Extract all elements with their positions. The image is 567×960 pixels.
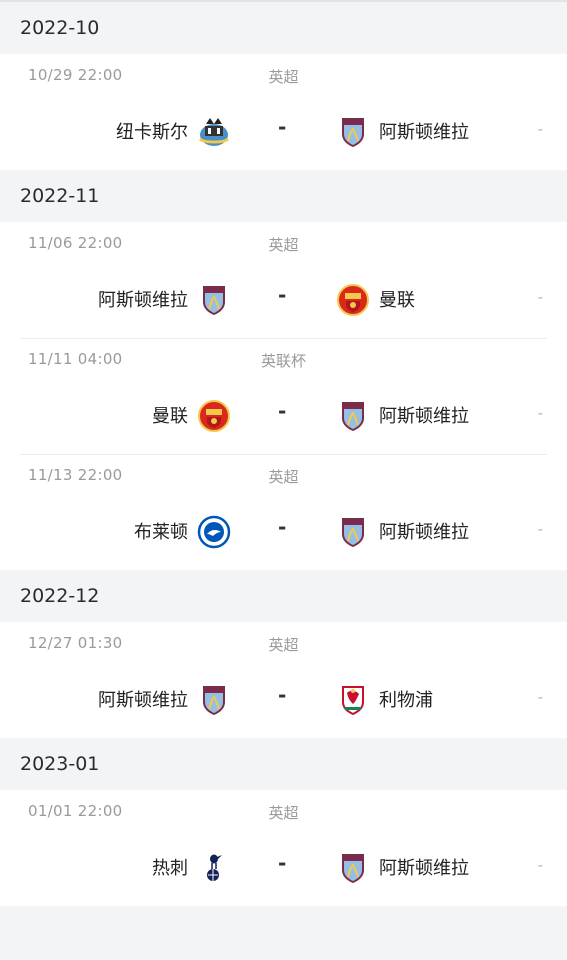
match-separator: -	[278, 283, 287, 307]
competition-label: 英超	[268, 636, 299, 654]
home-team-name: 纽卡斯尔	[116, 122, 188, 143]
score-placeholder: -	[537, 288, 543, 306]
man-utd-crest-icon	[336, 283, 370, 317]
away-team-name: 阿斯顿维拉	[379, 858, 469, 879]
month-header: 2022-11	[0, 170, 567, 222]
competition-label: 英超	[268, 236, 299, 254]
match-row[interactable]: 01/01 22:00 英超 热刺 - 阿斯顿维拉 -	[0, 790, 567, 906]
aston-villa-crest-icon	[336, 515, 370, 549]
away-team-name: 阿斯顿维拉	[379, 406, 469, 427]
newcastle-crest-icon	[197, 115, 231, 149]
month-header: 2022-12	[0, 570, 567, 622]
score-placeholder: -	[537, 688, 543, 706]
month-card: 10/29 22:00 英超 纽卡斯尔 - 阿斯顿维拉 -	[0, 54, 567, 170]
match-row[interactable]: 11/11 04:00 英联杯 曼联 - 阿斯顿维拉 -	[0, 338, 567, 454]
aston-villa-crest-icon	[197, 283, 231, 317]
match-separator: -	[278, 399, 287, 423]
aston-villa-crest-icon	[336, 115, 370, 149]
aston-villa-crest-icon	[197, 683, 231, 717]
away-team-name: 阿斯顿维拉	[379, 122, 469, 143]
match-row[interactable]: 11/06 22:00 英超 阿斯顿维拉 - 曼联 -	[0, 222, 567, 338]
away-team-name: 曼联	[379, 290, 415, 311]
fixture-list: 2022-10 10/29 22:00 英超 纽卡斯尔 - 阿斯顿维拉 - 20…	[0, 2, 567, 906]
aston-villa-crest-icon	[336, 851, 370, 885]
home-team-name: 热刺	[152, 858, 188, 879]
tottenham-crest-icon	[197, 851, 231, 885]
match-row[interactable]: 10/29 22:00 英超 纽卡斯尔 - 阿斯顿维拉 -	[0, 54, 567, 170]
man-utd-crest-icon	[197, 399, 231, 433]
competition-label: 英超	[268, 804, 299, 822]
brighton-crest-icon	[197, 515, 231, 549]
match-separator: -	[278, 115, 287, 139]
score-placeholder: -	[537, 404, 543, 422]
match-separator: -	[278, 515, 287, 539]
competition-label: 英超	[268, 68, 299, 86]
home-team-name: 阿斯顿维拉	[98, 290, 188, 311]
month-header: 2022-10	[0, 2, 567, 54]
away-team-name: 利物浦	[379, 690, 433, 711]
away-team-name: 阿斯顿维拉	[379, 522, 469, 543]
match-row[interactable]: 12/27 01:30 英超 阿斯顿维拉 - 利物浦 -	[0, 622, 567, 738]
score-placeholder: -	[537, 856, 543, 874]
match-row[interactable]: 11/13 22:00 英超 布莱顿 - 阿斯顿维拉 -	[0, 454, 567, 570]
month-card: 12/27 01:30 英超 阿斯顿维拉 - 利物浦 -	[0, 622, 567, 738]
match-separator: -	[278, 851, 287, 875]
liverpool-crest-icon	[336, 683, 370, 717]
month-header: 2023-01	[0, 738, 567, 790]
competition-label: 英超	[268, 468, 299, 486]
month-card: 01/01 22:00 英超 热刺 - 阿斯顿维拉 -	[0, 790, 567, 906]
aston-villa-crest-icon	[336, 399, 370, 433]
competition-label: 英联杯	[260, 352, 306, 370]
match-separator: -	[278, 683, 287, 707]
month-card: 11/06 22:00 英超 阿斯顿维拉 - 曼联 - 11/11 04:00 …	[0, 222, 567, 570]
home-team-name: 布莱顿	[134, 522, 188, 543]
score-placeholder: -	[537, 520, 543, 538]
home-team-name: 曼联	[152, 406, 188, 427]
score-placeholder: -	[537, 120, 543, 138]
home-team-name: 阿斯顿维拉	[98, 690, 188, 711]
